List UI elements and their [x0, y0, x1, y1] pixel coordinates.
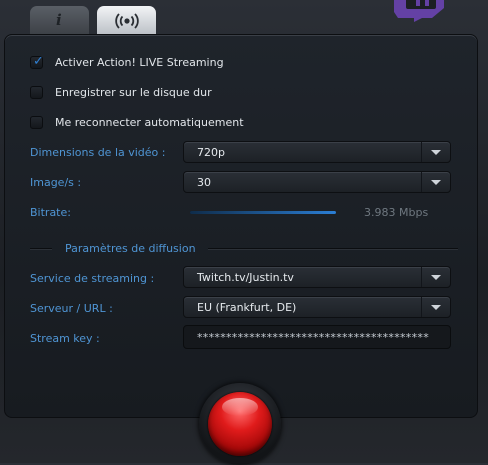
- video-dimensions-label: Dimensions de la vidéo :: [30, 146, 166, 159]
- bitrate-value: 3.983 Mbps: [364, 206, 429, 219]
- checkmark-icon: ✓: [33, 54, 44, 69]
- bitrate-slider[interactable]: [190, 211, 336, 214]
- server-url-label: Serveur / URL :: [30, 302, 113, 315]
- streaming-service-value: Twitch.tv/Justin.tv: [197, 271, 294, 284]
- section-title-diffusion: Paramètres de diffusion: [65, 242, 196, 255]
- chevron-down-icon: [431, 180, 441, 185]
- broadcast-icon: [115, 13, 139, 29]
- server-url-dropdown[interactable]: EU (Frankfurt, DE): [183, 296, 451, 318]
- video-dimensions-dropdown[interactable]: 720p: [183, 141, 451, 163]
- chevron-down-icon: [431, 275, 441, 280]
- checkbox-record-disk[interactable]: [30, 86, 43, 99]
- chevron-down-icon: [431, 305, 441, 310]
- section-divider-left: [30, 248, 52, 249]
- video-dimensions-value: 720p: [197, 146, 225, 159]
- tab-live-streaming[interactable]: [97, 6, 156, 36]
- info-icon: i: [56, 11, 62, 29]
- twitch-logo: [394, 0, 444, 22]
- stream-key-label: Stream key :: [30, 332, 100, 345]
- option-label-auto-reconnect: Me reconnecter automatiquement: [55, 116, 244, 129]
- record-button-highlight: [222, 398, 258, 416]
- fps-value: 30: [197, 176, 211, 189]
- streaming-service-dropdown[interactable]: Twitch.tv/Justin.tv: [183, 266, 451, 288]
- streaming-service-label: Service de streaming :: [30, 272, 155, 285]
- stream-key-field[interactable]: ****************************************: [183, 325, 451, 349]
- record-button-bezel: [199, 383, 281, 465]
- chevron-down-icon: [431, 150, 441, 155]
- fps-dropdown[interactable]: 30: [183, 171, 451, 193]
- option-label-enable-streaming: Activer Action! LIVE Streaming: [55, 56, 224, 69]
- checkbox-enable-streaming[interactable]: ✓: [30, 54, 44, 69]
- tab-info[interactable]: i: [30, 6, 89, 36]
- server-url-value: EU (Frankfurt, DE): [197, 301, 297, 314]
- section-divider-right: [208, 248, 458, 249]
- fps-label: Image/s :: [30, 176, 82, 189]
- record-button[interactable]: [208, 392, 272, 456]
- bitrate-label: Bitrate:: [30, 206, 71, 219]
- checkbox-auto-reconnect[interactable]: [30, 116, 43, 129]
- bitrate-slider-fill: [190, 211, 336, 214]
- option-label-record-disk: Enregistrer sur le disque dur: [55, 86, 212, 99]
- stream-key-value: ****************************************: [197, 331, 429, 344]
